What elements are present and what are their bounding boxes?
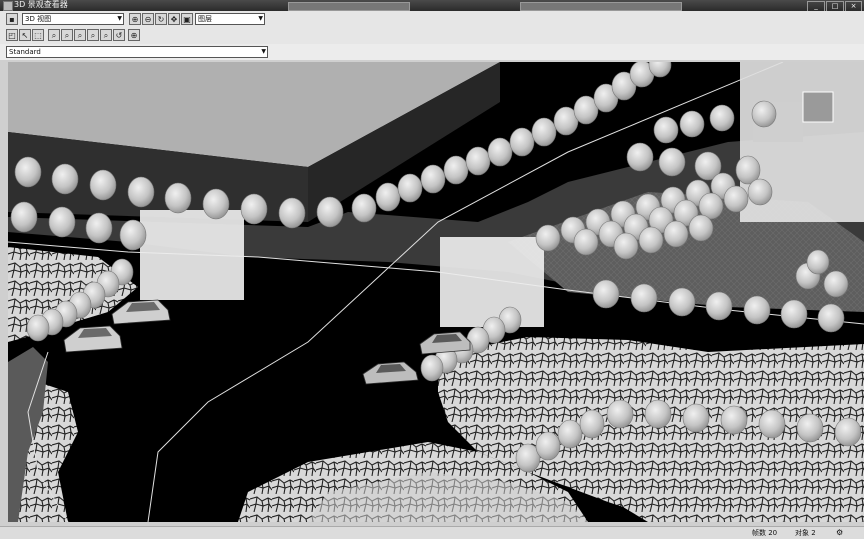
view-combo[interactable]: 3D 视图 ▼ (22, 13, 124, 25)
zoom-extents-icon[interactable]: ⌕ (100, 29, 112, 41)
translucent-box[interactable] (140, 210, 244, 300)
zoom-all-icon[interactable]: ⌕ (87, 29, 99, 41)
fit-view-icon[interactable]: ▣ (181, 13, 193, 25)
save-icon[interactable]: ▪ (6, 13, 18, 25)
title-bar: 3D 景观查看器 _ □ × (0, 0, 864, 12)
rotate-icon[interactable]: ↻ (155, 13, 167, 25)
visual-style-combo[interactable]: Standard ▼ (6, 46, 268, 58)
pointer-icon[interactable]: ↖ (19, 29, 31, 41)
select-icon[interactable]: ◰ (6, 29, 18, 41)
status-gear-icon[interactable]: ⚙ (836, 527, 843, 539)
zoom-icon[interactable]: ⌕ (48, 29, 60, 41)
style-toolbar: Standard ▼ (0, 44, 864, 60)
layer-combo[interactable]: 图层 ▼ (195, 13, 265, 25)
app-icon (3, 1, 13, 11)
frame-icon[interactable]: ⬚ (32, 29, 44, 41)
zoom-prev-icon[interactable]: ⌕ (74, 29, 86, 41)
taskbar-strip (520, 2, 682, 11)
orbit-icon[interactable]: ↺ (113, 29, 125, 41)
zoom-in-icon[interactable]: ⊕ (129, 13, 141, 25)
status-bar: 帧数 20 对象 2 ⚙ (0, 526, 864, 539)
3d-viewport[interactable] (8, 62, 864, 522)
zoom-window-icon[interactable]: ⌕ (61, 29, 73, 41)
crosshair-icon[interactable]: ⊕ (128, 29, 140, 41)
pan-icon[interactable]: ✥ (168, 13, 180, 25)
status-objects: 对象 2 (795, 529, 816, 537)
taskbar-strip (288, 2, 410, 11)
navigation-toolbar: ◰ ↖ ⬚ ⌕ ⌕ ⌕ ⌕ ⌕ ↺ ⊕ (0, 26, 864, 45)
window-title: 3D 景观查看器 (14, 0, 68, 9)
main-toolbar: ▪ 3D 视图 ▼ ⊕ ⊖ ↻ ✥ ▣ 图层 ▼ (0, 11, 864, 26)
status-frames: 帧数 20 (752, 529, 778, 537)
navigation-cube-icon[interactable] (802, 91, 834, 123)
zoom-out-icon[interactable]: ⊖ (142, 13, 154, 25)
translucent-box[interactable] (440, 237, 544, 327)
